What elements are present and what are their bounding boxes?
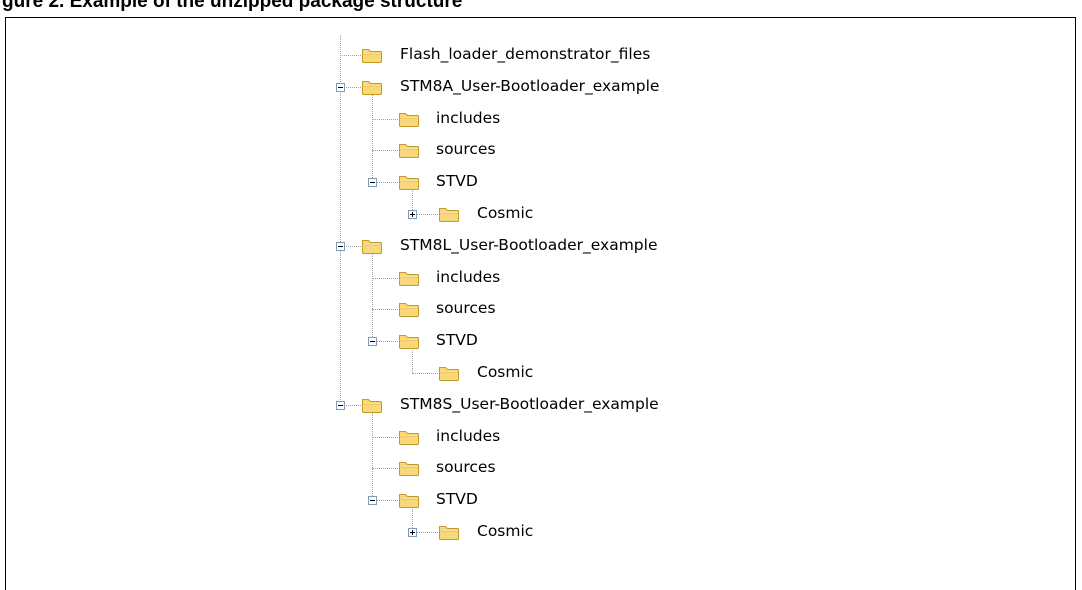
tree-item-label[interactable]: STVD — [436, 171, 478, 191]
tree-item-label[interactable]: STVD — [436, 330, 478, 350]
folder-icon — [438, 523, 460, 541]
tree-connector-vertical — [412, 346, 413, 373]
tree-item-label[interactable]: Flash_loader_demonstrator_files — [400, 44, 650, 64]
tree-item-label[interactable]: STM8L_User-Bootloader_example — [400, 235, 657, 255]
tree-connector-horizontal — [372, 309, 398, 310]
tree-item-label[interactable]: sources — [436, 298, 496, 318]
folder-icon — [398, 141, 420, 159]
tree-item-label[interactable]: STVD — [436, 489, 478, 509]
minus-box-icon[interactable] — [336, 242, 345, 251]
folder-icon — [398, 428, 420, 446]
tree-connector-vertical — [372, 92, 373, 182]
minus-box-icon[interactable] — [336, 401, 345, 410]
folder-icon — [361, 46, 383, 64]
minus-box-icon[interactable] — [368, 337, 377, 346]
folder-icon — [361, 78, 383, 96]
folder-icon — [398, 300, 420, 318]
tree-item-label[interactable]: Cosmic — [477, 203, 533, 223]
tree-item-label[interactable]: sources — [436, 457, 496, 477]
folder-icon — [438, 205, 460, 223]
tree-item-label[interactable]: includes — [436, 426, 500, 446]
minus-box-icon[interactable] — [336, 83, 345, 92]
tree-connector-horizontal — [372, 119, 398, 120]
tree-item-label[interactable]: STM8S_User-Bootloader_example — [400, 394, 659, 414]
tree-connector-horizontal — [340, 55, 361, 56]
tree-connector-horizontal — [412, 373, 438, 374]
tree-connector-vertical — [372, 251, 373, 341]
tree-item-label[interactable]: sources — [436, 139, 496, 159]
tree-item-label[interactable]: includes — [436, 108, 500, 128]
plus-box-icon[interactable] — [408, 210, 417, 219]
minus-box-icon[interactable] — [368, 178, 377, 187]
folder-icon — [398, 173, 420, 191]
tree-item-label[interactable]: includes — [436, 267, 500, 287]
tree-connector-horizontal — [372, 468, 398, 469]
tree-connector-horizontal — [372, 437, 398, 438]
tree-item-label[interactable]: STM8A_User-Bootloader_example — [400, 76, 659, 96]
folder-icon — [398, 269, 420, 287]
tree-item-label[interactable]: Cosmic — [477, 362, 533, 382]
folder-icon — [361, 396, 383, 414]
folder-tree: Flash_loader_demonstrator_files STM8A_Use… — [0, 0, 1082, 588]
folder-icon — [398, 491, 420, 509]
folder-icon — [398, 459, 420, 477]
minus-box-icon[interactable] — [368, 496, 377, 505]
tree-connector-vertical — [372, 410, 373, 500]
folder-icon — [398, 110, 420, 128]
tree-connector-horizontal — [372, 150, 398, 151]
plus-box-icon[interactable] — [408, 528, 417, 537]
tree-item-label[interactable]: Cosmic — [477, 521, 533, 541]
folder-icon — [361, 237, 383, 255]
tree-connector-horizontal — [372, 278, 398, 279]
folder-icon — [398, 332, 420, 350]
folder-icon — [438, 364, 460, 382]
